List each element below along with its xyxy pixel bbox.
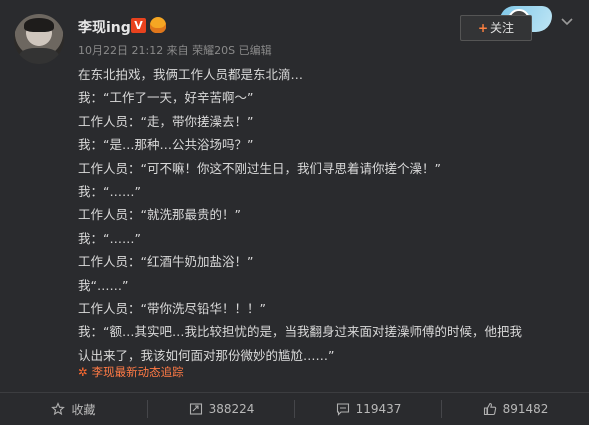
avatar-hair: [24, 18, 54, 32]
avatar-body: [19, 48, 59, 64]
like-icon: [483, 402, 497, 416]
like-button[interactable]: 891482: [442, 396, 589, 422]
tag-icon: ✲: [78, 365, 88, 379]
chevron-down-icon[interactable]: [560, 14, 574, 28]
repost-count: 388224: [208, 402, 255, 416]
post-line: 工作人员：“红酒牛奶加盐浴！”: [78, 254, 254, 270]
post-text: 在东北拍戏，我俩工作人员都是东北滴… 我：“工作了一天，好辛苦啊～” 工作人员：…: [78, 63, 578, 367]
comment-icon: [336, 402, 350, 416]
comment-button[interactable]: 119437: [295, 396, 442, 422]
follow-button[interactable]: + 关注: [460, 15, 532, 41]
post-line: 工作人员：“走，带你搓澡去！”: [78, 113, 254, 129]
divider: [0, 392, 589, 393]
post-line: 我：“额…其实吧…我比较担忧的是，当我翻身过来面对搓澡师傅的时候，他把我: [78, 324, 522, 340]
origin-tag-link[interactable]: ✲ 李现最新动态追踪: [78, 364, 184, 380]
post-meta: 10月22日 21:12 来自 荣耀20S 已编辑: [78, 44, 272, 57]
author-name[interactable]: 李现ing: [78, 17, 131, 37]
post-line: 我：“……”: [78, 230, 141, 246]
comment-count: 119437: [355, 402, 402, 416]
post-line: 我：“工作了一天，好辛苦啊～”: [78, 90, 254, 106]
favorite-label: 收藏: [71, 402, 96, 417]
favorite-button[interactable]: 收藏: [0, 396, 147, 422]
like-count: 891482: [502, 402, 549, 416]
post-line: 我：“……”: [78, 184, 141, 200]
post-line: 工作人员：“就洗那最贵的！”: [78, 207, 241, 223]
repost-button[interactable]: 388224: [148, 396, 295, 422]
star-icon: [51, 402, 66, 416]
post-line: 工作人员：“带你洗尽铅华！！！”: [78, 301, 266, 317]
post-line: 我“……”: [78, 277, 129, 293]
avatar[interactable]: [14, 14, 64, 64]
origin-tag-label: 李现最新动态追踪: [91, 365, 184, 379]
post-line: 工作人员：“可不嘛！你这不刚过生日，我们寻思着请你搓个澡！”: [78, 160, 441, 176]
post-line: 在东北拍戏，我俩工作人员都是东北滴…: [78, 67, 304, 82]
repost-icon: [189, 402, 203, 416]
plus-icon: +: [477, 21, 489, 35]
follow-label: 关注: [490, 21, 515, 35]
crown-icon: [150, 17, 166, 33]
follow-area: + 关注: [460, 6, 552, 41]
post-line: 我：“是…那种…公共浴场吗？”: [78, 137, 254, 153]
verified-badge-icon: V: [131, 18, 146, 33]
